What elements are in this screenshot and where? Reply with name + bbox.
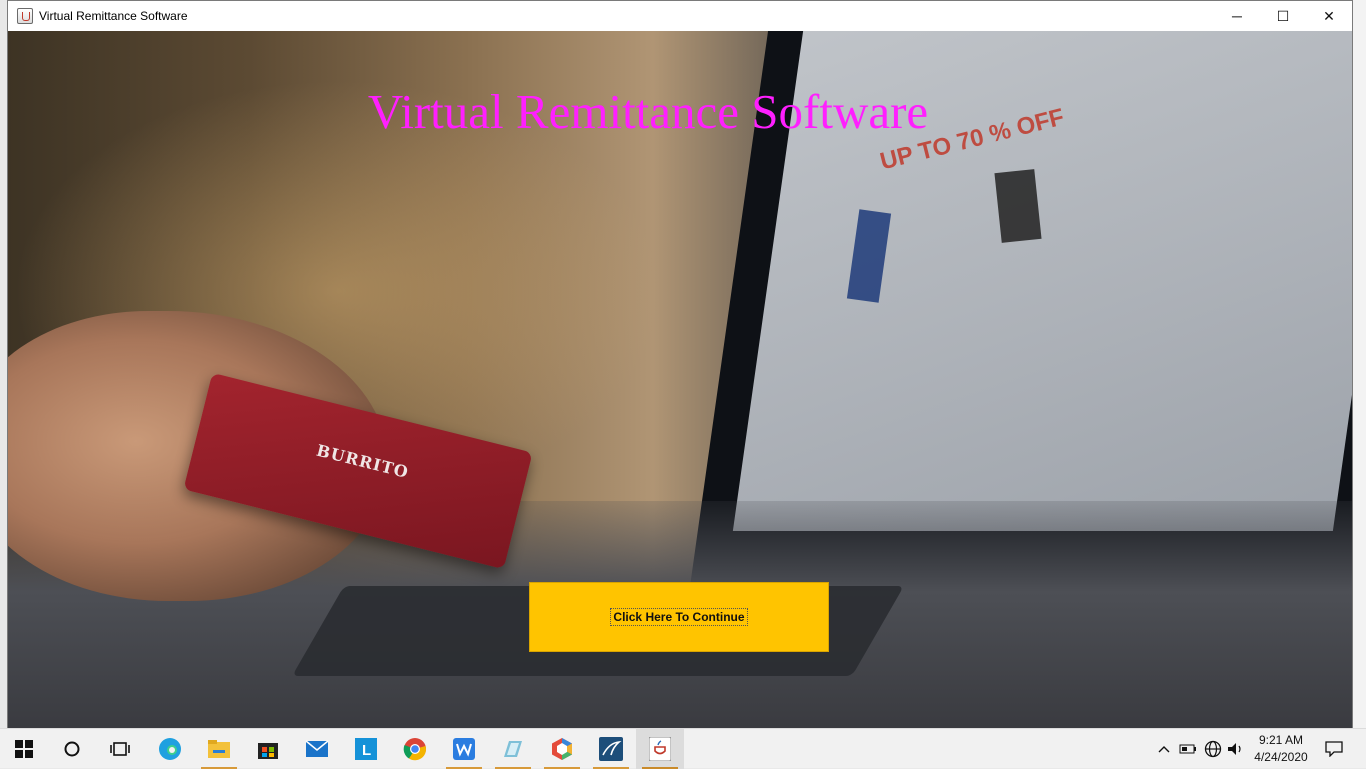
battery-icon — [1179, 744, 1196, 754]
clock-date: 4/24/2020 — [1254, 750, 1308, 764]
taskbar-java-app[interactable] — [636, 729, 684, 769]
edge-icon — [159, 738, 181, 760]
background-window-edge-right — [1352, 0, 1366, 728]
mail-icon — [305, 740, 329, 757]
page-title: Virtual Remittance Software — [367, 84, 929, 139]
notification-icon — [1325, 741, 1343, 757]
taskbar-file-explorer[interactable] — [195, 729, 243, 769]
taskbar: L 9:21 AM 4/24/2020 — [0, 728, 1366, 769]
maximize-button[interactable]: ☐ — [1260, 1, 1306, 31]
wps-icon — [453, 738, 475, 760]
store-icon — [258, 743, 278, 759]
svg-text:L: L — [362, 742, 371, 759]
speaker-icon — [1228, 743, 1241, 755]
chrome-icon — [403, 738, 427, 761]
continue-button[interactable]: Click Here To Continue — [529, 582, 829, 652]
window-title: Virtual Remittance Software — [39, 9, 188, 23]
search-icon — [64, 741, 80, 757]
volume-button[interactable] — [1226, 729, 1246, 769]
taskbar-notes[interactable] — [489, 729, 537, 769]
taskbar-hexagon-app[interactable] — [538, 729, 586, 769]
java-app-icon — [17, 8, 33, 24]
taskbar-wps[interactable] — [440, 729, 488, 769]
title-bar[interactable]: Virtual Remittance Software ─ ☐ ✕ — [8, 1, 1352, 31]
chevron-up-icon — [1158, 746, 1170, 753]
start-button[interactable] — [0, 729, 48, 769]
action-center-button[interactable] — [1318, 729, 1350, 769]
task-view-icon — [110, 742, 130, 756]
l-app-icon: L — [355, 738, 377, 760]
network-button[interactable] — [1202, 729, 1224, 769]
close-button[interactable]: ✕ — [1306, 1, 1352, 31]
search-button[interactable] — [48, 729, 96, 769]
background-screen-product — [994, 169, 1042, 243]
taskbar-chrome[interactable] — [391, 729, 439, 769]
taskbar-mail[interactable] — [293, 729, 341, 769]
taskbar-edge[interactable] — [146, 729, 194, 769]
battery-button[interactable] — [1178, 729, 1198, 769]
clock-time: 9:21 AM — [1258, 733, 1304, 747]
app-window: Virtual Remittance Software ─ ☐ ✕ UP TO … — [7, 0, 1353, 728]
continue-button-label: Click Here To Continue — [610, 608, 748, 626]
content-area: UP TO 70 % OFF BURRITO Virtual Remittanc… — [8, 31, 1352, 728]
task-view-button[interactable] — [96, 729, 144, 769]
globe-icon — [1204, 740, 1222, 758]
database-app-icon — [599, 737, 623, 761]
card-brand-text: BURRITO — [314, 440, 411, 482]
window-controls: ─ ☐ ✕ — [1214, 1, 1352, 31]
show-hidden-icons-button[interactable] — [1156, 729, 1172, 769]
taskbar-clock[interactable]: 9:21 AM 4/24/2020 — [1246, 732, 1316, 766]
file-explorer-icon — [208, 740, 230, 758]
notes-icon — [504, 741, 522, 757]
taskbar-database-app[interactable] — [587, 729, 635, 769]
taskbar-store[interactable] — [244, 729, 292, 769]
minimize-button[interactable]: ─ — [1214, 1, 1260, 31]
windows-start-icon — [15, 740, 33, 758]
hexagon-app-icon — [552, 738, 572, 760]
taskbar-l-app[interactable]: L — [342, 729, 390, 769]
java-app-icon — [649, 737, 671, 761]
